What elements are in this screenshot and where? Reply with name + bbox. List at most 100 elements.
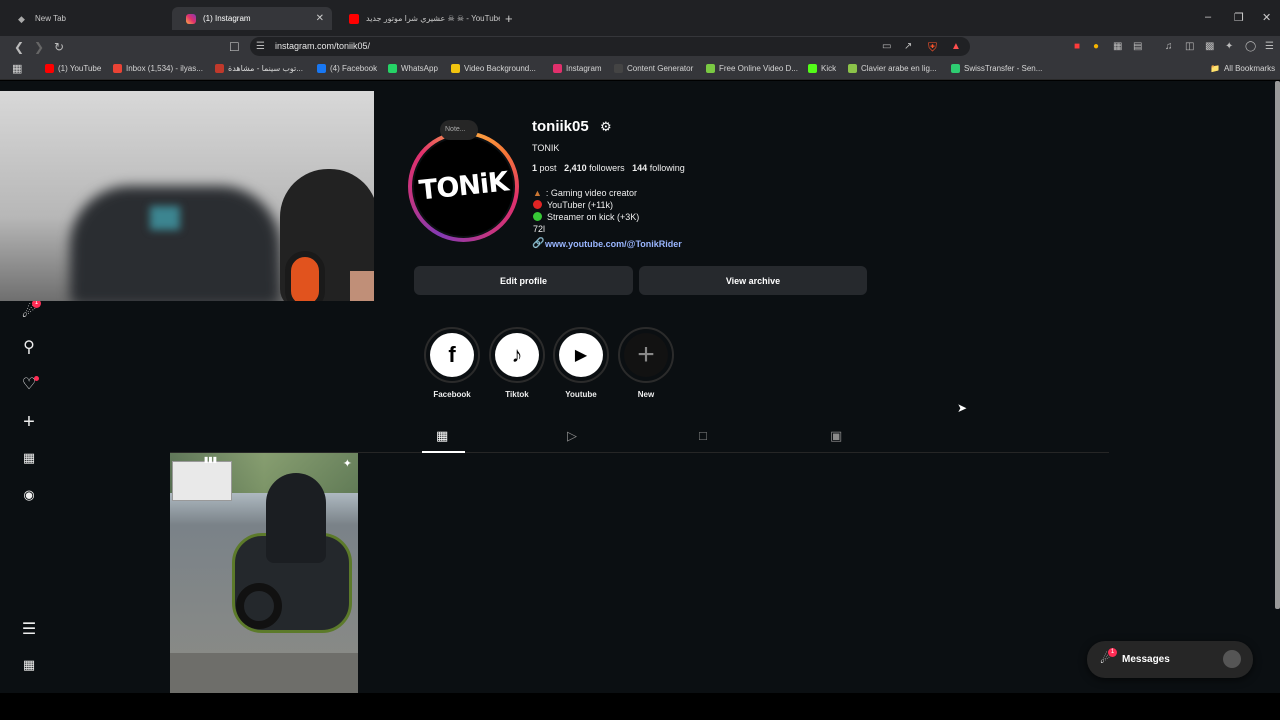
settings-gear-icon[interactable]: ⚙ [600,119,612,135]
bookmarks-bar: ▦ (1) YouTube Inbox (1,534) - ilyas... ت… [0,58,1280,80]
extension-icon[interactable]: ● [1093,39,1099,55]
post-thumbnail[interactable]: ▮▮▮ ✦ [170,453,358,693]
highlight-tiktok[interactable]: ♪ [489,327,545,383]
messages-button[interactable]: ☄ 1 Messages [1087,641,1253,678]
tab-new-tab[interactable]: ◆ New Tab [4,7,172,30]
reload-icon[interactable]: ↻ [54,39,64,55]
profile-avatar-icon[interactable]: ◉ [20,487,38,503]
close-tab-icon[interactable]: ✕ [316,13,324,24]
activity-dot [34,376,39,381]
more-menu-icon[interactable]: ☰ [20,619,38,639]
bookmark-youtube[interactable]: (1) YouTube [45,64,101,73]
avatar[interactable]: TONiK [412,135,515,238]
minimize-icon[interactable]: – [1205,11,1211,23]
site-info-icon[interactable]: ☰ [256,39,265,55]
also-from-meta-icon[interactable]: ▦ [20,657,38,673]
plus-icon: + [624,333,668,377]
all-bookmarks[interactable]: 📁 All Bookmarks [1210,64,1275,73]
url-text[interactable]: instagram.com/toniik05/ [275,41,370,51]
tiktok-icon: ♪ [495,333,539,377]
youtube-icon: ▶ [559,333,603,377]
folder-icon: 📁 [1210,64,1220,73]
tab-instagram[interactable]: (1) Instagram ✕ [172,7,332,30]
followers-count[interactable]: 2,410 [564,163,587,173]
vpn-icon[interactable]: ◯ [1245,39,1256,55]
bookmark-gmail[interactable]: Inbox (1,534) - ilyas... [113,64,203,73]
bookmark-swisstransfer[interactable]: SwissTransfer - Sen... [951,64,1042,73]
messages-badge: 1 [1108,648,1117,657]
highlight-label: New [637,390,655,399]
bio-line: 72l [533,224,546,234]
pin-icon: ✦ [342,458,352,470]
bookmark-video-background[interactable]: Video Background... [451,64,536,73]
brave-shields-icon[interactable]: ⛨ [928,39,937,55]
tab-title: عشيري شرا موتور جديد ☠ ☠ - YouTube [366,14,500,23]
bookmark-icon[interactable]: ☐ [229,39,240,55]
saved-bookmark-icon[interactable]: □ [699,428,707,443]
mouse-cursor-icon: ➤ [957,401,968,415]
no-entry-icon [533,200,542,209]
bookmark-kick[interactable]: Kick [808,64,836,73]
highlight-facebook[interactable]: f [424,327,480,383]
leo-ai-icon[interactable]: ✦ [1225,39,1233,55]
new-tab-button[interactable]: + [505,11,513,26]
brave-rewards-icon[interactable]: ▲ [951,39,961,55]
scrollbar[interactable] [1275,81,1280,609]
browser-tab-bar: ◆ New Tab (1) Instagram ✕ عشيري شرا موتو… [0,0,1280,36]
profile-link[interactable]: www.youtube.com/@TonikRider [545,239,682,249]
joystick-icon: ▲ [533,188,542,198]
avatar [1223,650,1241,668]
note-bubble[interactable]: Note... [440,120,478,140]
bio-line: ▲: Gaming video creator [533,188,637,198]
dashboard-icon[interactable]: ▦ [20,450,38,466]
menu-icon[interactable]: ☰ [1265,39,1274,55]
restore-icon[interactable]: ❐ [1234,11,1244,24]
tab-youtube[interactable]: عشيري شرا موتور جديد ☠ ☠ - YouTube [335,7,500,30]
media-icon[interactable]: ♫ [1165,39,1173,55]
sidebar-toggle-icon[interactable]: ◫ [1185,39,1194,55]
bottom-bar [0,693,1280,720]
bookmark-facebook[interactable]: (4) Facebook [317,64,377,73]
bio-line: YouTuber (+11k) [533,200,613,210]
highlight-new[interactable]: + [618,327,674,383]
wallet-icon[interactable]: ▩ [1205,39,1214,55]
cast-icon[interactable]: ▭ [882,39,891,55]
profile-full-name: TONIK [532,143,560,153]
brave-icon: ◆ [18,13,25,24]
reels-icon[interactable]: ▷ [567,428,577,444]
messages-label: Messages [1122,654,1170,665]
close-window-icon[interactable]: ✕ [1262,11,1271,24]
bookmark-free-video[interactable]: Free Online Video D... [706,64,798,73]
profile-username: toniik05 [532,118,589,135]
audio-wave-icon: ▮▮▮ [204,455,218,464]
edit-profile-button[interactable]: Edit profile [414,266,633,295]
bookmark-content-generator[interactable]: Content Generator [614,64,693,73]
bookmark-topcinema[interactable]: توب سينما - مشاهدة... [215,64,303,73]
bookmark-whatsapp[interactable]: WhatsApp [388,64,438,73]
profile-stats: 1 post 2,410 followers 144 following [532,163,685,173]
highlight-youtube[interactable]: ▶ [553,327,609,383]
active-tab-indicator [422,451,465,453]
view-archive-button[interactable]: View archive [639,266,867,295]
share-icon[interactable]: ↗ [904,39,912,55]
bookmark-instagram[interactable]: Instagram [553,64,602,73]
bookmark-clavier-arabe[interactable]: Clavier arabe en lig... [848,64,937,73]
forward-icon[interactable]: ❯ [34,39,44,55]
posts-grid-icon[interactable]: ▦ [436,428,448,444]
browser-toolbar: ❮ ❯ ↻ ☐ ☰ instagram.com/toniik05/ ▭ ↗ ⛨ … [0,36,1280,58]
back-icon[interactable]: ❮ [14,39,24,55]
search-icon[interactable]: ⚲ [20,337,38,357]
extensions-puzzle-icon[interactable]: ▦ [1113,39,1122,55]
tab-title: New Tab [35,14,66,23]
link-icon: 🔗 [532,238,545,249]
apps-grid-icon[interactable]: ▦ [12,62,22,75]
instagram-favicon-icon [186,13,196,24]
tab-title: (1) Instagram [203,14,251,23]
screenshot-icon[interactable]: ▤ [1133,39,1142,55]
following-count[interactable]: 144 [632,163,647,173]
tagged-icon[interactable]: ▣ [830,428,842,444]
webcam-overlay [0,91,374,301]
extension-icon[interactable]: ■ [1074,39,1080,55]
create-plus-icon[interactable]: + [20,411,38,434]
facebook-icon: f [430,333,474,377]
